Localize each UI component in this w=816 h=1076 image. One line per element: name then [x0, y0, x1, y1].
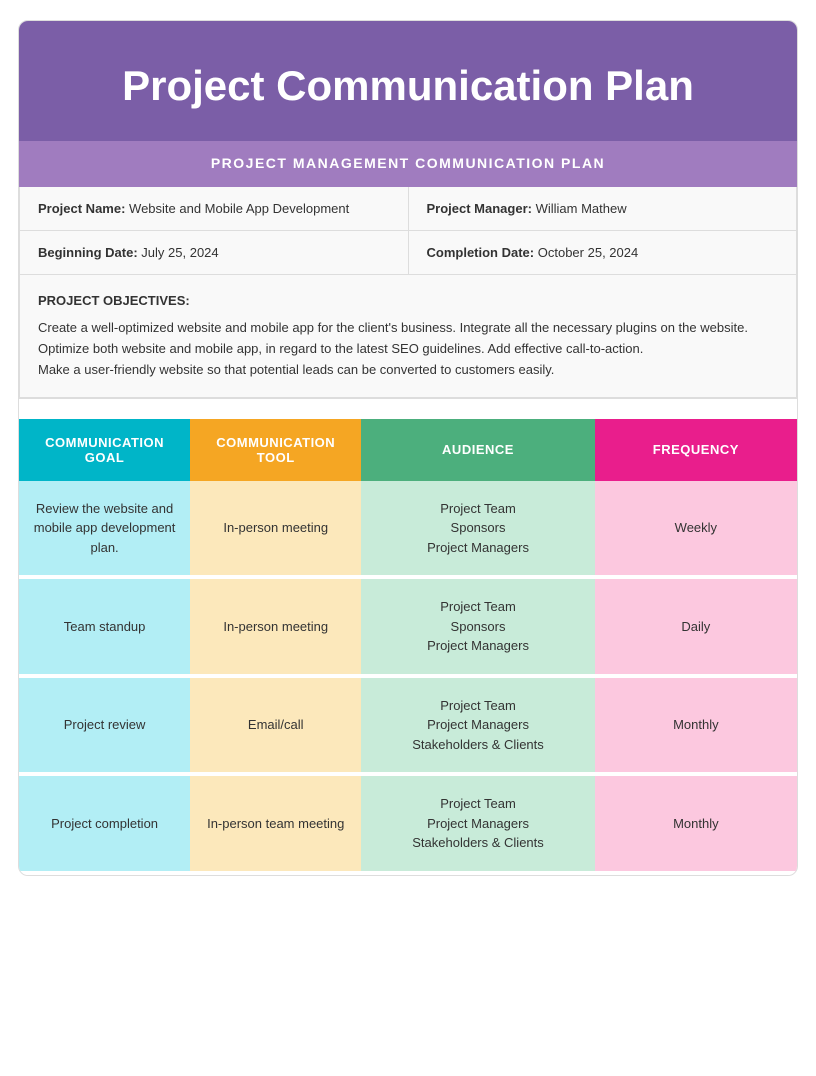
- project-name-row: Project Name: Website and Mobile App Dev…: [20, 187, 796, 231]
- objectives-row: PROJECT OBJECTIVES: Create a well-optimi…: [20, 275, 796, 397]
- header-section: Project Communication Plan: [19, 21, 797, 141]
- table-row-2-audience: Project TeamProject ManagersStakeholders…: [361, 676, 594, 775]
- info-section: Project Name: Website and Mobile App Dev…: [19, 187, 797, 398]
- begin-date-value: July 25, 2024: [141, 245, 218, 260]
- table-row-0-tool: In-person meeting: [190, 481, 361, 578]
- completion-date-value: October 25, 2024: [538, 245, 638, 260]
- th-goal: COMMUNICATION GOAL: [19, 419, 190, 481]
- table-row-2-goal: Project review: [19, 676, 190, 775]
- table-row: Review the website and mobile app develo…: [19, 481, 797, 578]
- table-row-2-frequency: Monthly: [595, 676, 797, 775]
- table-row: Team standupIn-person meetingProject Tea…: [19, 577, 797, 676]
- table-row-3-tool: In-person team meeting: [190, 774, 361, 873]
- th-frequency: FREQUENCY: [595, 419, 797, 481]
- project-manager-cell: Project Manager: William Mathew: [409, 187, 797, 230]
- project-manager-label: Project Manager:: [427, 201, 532, 216]
- completion-date-label: Completion Date:: [427, 245, 535, 260]
- project-name-label: Project Name:: [38, 201, 125, 216]
- completion-date-cell: Completion Date: October 25, 2024: [409, 231, 797, 274]
- table-row-1-audience: Project TeamSponsorsProject Managers: [361, 577, 594, 676]
- subheader-text: PROJECT MANAGEMENT COMMUNICATION PLAN: [211, 155, 605, 171]
- th-audience: AUDIENCE: [361, 419, 594, 481]
- table-row-1-frequency: Daily: [595, 577, 797, 676]
- objectives-cell: PROJECT OBJECTIVES: Create a well-optimi…: [20, 275, 796, 396]
- objectives-text: Create a well-optimized website and mobi…: [38, 318, 778, 380]
- project-name-value: Website and Mobile App Development: [129, 201, 349, 216]
- subheader-section: PROJECT MANAGEMENT COMMUNICATION PLAN: [19, 141, 797, 187]
- begin-date-label: Beginning Date:: [38, 245, 138, 260]
- table-row-3-goal: Project completion: [19, 774, 190, 873]
- table-header-row: COMMUNICATION GOAL COMMUNICATION TOOL AU…: [19, 419, 797, 481]
- table-row-3-frequency: Monthly: [595, 774, 797, 873]
- table-row-3-audience: Project TeamProject ManagersStakeholders…: [361, 774, 594, 873]
- table-row-0-frequency: Weekly: [595, 481, 797, 578]
- project-manager-value: William Mathew: [536, 201, 627, 216]
- table-row-1-tool: In-person meeting: [190, 577, 361, 676]
- begin-date-cell: Beginning Date: July 25, 2024: [20, 231, 409, 274]
- table-row-1-goal: Team standup: [19, 577, 190, 676]
- th-tool: COMMUNICATION TOOL: [190, 419, 361, 481]
- objectives-label: PROJECT OBJECTIVES:: [38, 291, 778, 312]
- dates-row: Beginning Date: July 25, 2024 Completion…: [20, 231, 796, 275]
- table-row: Project reviewEmail/callProject TeamProj…: [19, 676, 797, 775]
- communication-table: COMMUNICATION GOAL COMMUNICATION TOOL AU…: [19, 419, 797, 875]
- page-title: Project Communication Plan: [49, 61, 767, 111]
- page-container: Project Communication Plan PROJECT MANAG…: [18, 20, 798, 876]
- table-row-0-audience: Project TeamSponsorsProject Managers: [361, 481, 594, 578]
- table-row-0-goal: Review the website and mobile app develo…: [19, 481, 190, 578]
- project-name-cell: Project Name: Website and Mobile App Dev…: [20, 187, 409, 230]
- table-row-2-tool: Email/call: [190, 676, 361, 775]
- table-row: Project completionIn-person team meeting…: [19, 774, 797, 873]
